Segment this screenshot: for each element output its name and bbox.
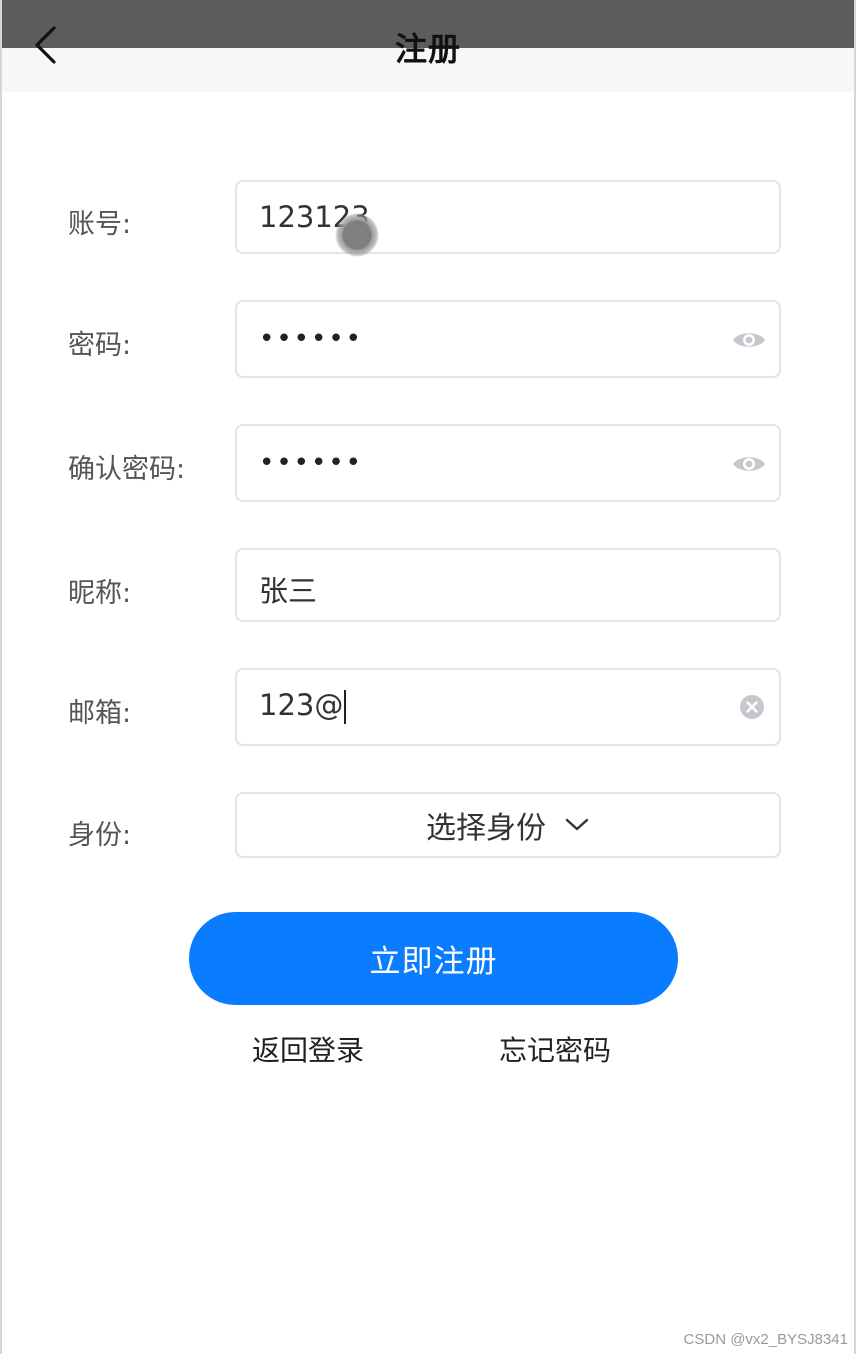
account-field[interactable]: 123123 [235,180,781,254]
touch-indicator [335,213,379,257]
register-button[interactable]: 立即注册 [189,912,678,1005]
confirm-password-label: 确认密码: [68,454,186,485]
nickname-field[interactable]: 张三 [235,548,781,622]
chevron-down-icon [565,818,589,831]
confirm-password-field[interactable]: •••••• [235,424,781,502]
back-to-login-link[interactable]: 返回登录 [252,1029,364,1069]
text-cursor [344,690,347,724]
page-title: 注册 [394,30,461,68]
forgot-password-link[interactable]: 忘记密码 [499,1029,611,1069]
nickname-value: 张三 [259,574,318,608]
account-label: 账号: [68,209,132,240]
email-label: 邮箱: [68,698,132,729]
eye-icon[interactable] [731,328,767,352]
clear-icon[interactable] [739,694,765,720]
identity-select-content: 选择身份 [237,794,779,856]
identity-select[interactable]: 选择身份 [235,792,781,858]
password-field[interactable]: •••••• [235,300,781,378]
register-page: 注册 账号: 123123 密码: •••••• 确认密码: •••••• 昵称… [0,0,856,1354]
password-label: 密码: [68,330,132,361]
eye-icon[interactable] [731,452,767,476]
password-value: •••••• [259,324,364,354]
email-value: 123@ [259,688,344,722]
identity-label: 身份: [68,820,132,851]
email-input-content: 123@ [259,688,347,724]
confirm-password-value: •••••• [259,448,364,478]
identity-select-value: 选择身份 [426,811,546,846]
watermark: CSDN @vx2_BYSJ8341 [683,1331,848,1348]
email-field[interactable]: 123@ [235,668,781,746]
nickname-label: 昵称: [68,578,132,609]
